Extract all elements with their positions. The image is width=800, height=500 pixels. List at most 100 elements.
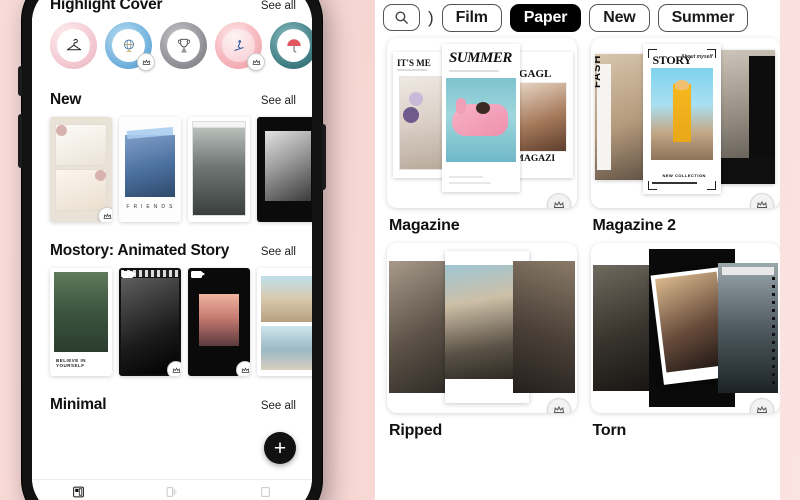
umbrella-icon — [286, 38, 301, 52]
phone-screen: Highlight Cover See all New See all F R … — [32, 0, 312, 500]
preview-perforation — [772, 277, 775, 387]
template-thumb-man-video[interactable] — [119, 268, 181, 376]
see-all-link-highlight-cover[interactable]: See all — [261, 0, 296, 12]
template-card-torn[interactable]: Torn — [590, 243, 780, 440]
tab-my-story[interactable]: My Story — [219, 485, 312, 500]
chip-partial-left[interactable]: ) — [428, 8, 434, 28]
template-card-ripped[interactable]: Ripped — [387, 243, 577, 440]
video-badge-icon — [122, 271, 136, 278]
template-thumb-bw-portrait[interactable] — [257, 117, 312, 222]
highlight-cover-row[interactable] — [32, 20, 312, 79]
trophy-icon — [177, 38, 190, 52]
thumb-art — [54, 272, 108, 352]
app-screenshot: Highlight Cover See all New See all F R … — [0, 0, 800, 500]
preview-page-right — [718, 263, 778, 393]
section-title: Highlight Cover — [50, 0, 163, 13]
phone-device-frame: Highlight Cover See all New See all F R … — [18, 0, 326, 500]
see-all-link-new[interactable]: See all — [261, 95, 296, 107]
highlight-cover-ski[interactable] — [215, 22, 265, 71]
template-thumb-waterfall[interactable]: BELIEVE IN YOURSELF — [50, 268, 112, 376]
crown-icon — [103, 212, 111, 219]
crown-icon — [252, 58, 260, 65]
thumb-art — [95, 170, 106, 181]
chip-summer[interactable]: Summer — [657, 3, 749, 32]
thumb-art — [192, 127, 246, 216]
highlight-cover-umbrella[interactable] — [270, 22, 312, 69]
premium-crown-badge — [546, 193, 571, 208]
my-story-icon — [261, 486, 270, 497]
thumb-art — [261, 326, 312, 370]
template-thumb-beauty[interactable] — [50, 117, 112, 222]
category-filter-bar[interactable]: ) Film Paper New Summer — [375, 0, 780, 34]
video-badge-icon — [191, 271, 205, 278]
search-chip-button[interactable] — [383, 4, 420, 31]
crown-icon — [553, 405, 564, 413]
template-thumb-portrait[interactable] — [188, 117, 250, 222]
template-thumb-beach[interactable] — [257, 268, 312, 376]
premium-crown-badge — [167, 361, 181, 376]
premium-crown-badge — [236, 361, 250, 376]
template-thumb-surfer-video[interactable] — [188, 268, 250, 376]
preview-page-right: GAGL MAGAZI — [511, 52, 573, 178]
mostory-templates-row[interactable]: BELIEVE IN YOURSELF — [32, 266, 312, 384]
template-browser-panel: ) Film Paper New Summer IT'S ME SUMMER G… — [375, 0, 780, 500]
section-header-minimal: Minimal See all — [32, 384, 312, 420]
see-all-link-minimal[interactable]: See all — [261, 400, 296, 412]
template-preview[interactable] — [590, 243, 780, 413]
create-new-story-button[interactable]: + — [264, 432, 296, 464]
template-thumb-friends[interactable]: F R I E N D S — [119, 117, 181, 222]
premium-crown-badge — [750, 193, 774, 208]
template-card-title: Torn — [592, 422, 627, 439]
tab-templates[interactable]: Templates — [32, 485, 125, 500]
skier-icon — [233, 39, 244, 51]
crown-icon — [756, 405, 768, 413]
templates-scroll-area[interactable]: Highlight Cover See all New See all F R … — [32, 0, 312, 480]
chip-new[interactable]: New — [589, 3, 650, 32]
section-title: Mostory: Animated Story — [50, 242, 230, 259]
tab-collection[interactable]: Collection — [125, 485, 218, 500]
template-preview[interactable]: FASHION STORY About myself NEW COLLECTIO… — [590, 38, 780, 208]
section-header-highlight-cover: Highlight Cover See all — [32, 0, 312, 20]
section-title: New — [50, 91, 82, 108]
preview-strip — [722, 267, 774, 275]
highlight-cover-hanger[interactable] — [50, 22, 97, 69]
preview-page-left — [389, 261, 451, 393]
thumb-caption: F R I E N D S — [126, 204, 174, 210]
thumb-caption: BELIEVE IN YOURSELF — [56, 358, 87, 368]
collection-icon — [167, 486, 177, 497]
preview-page-left — [592, 265, 655, 391]
template-card-magazine-2[interactable]: FASHION STORY About myself NEW COLLECTIO… — [590, 38, 780, 235]
thumb-art — [192, 121, 246, 128]
highlight-cover-globe[interactable] — [105, 22, 155, 71]
highlight-cover-trophy[interactable] — [160, 22, 207, 69]
premium-crown-badge — [546, 398, 571, 413]
template-preview[interactable] — [387, 243, 577, 413]
thumb-art — [121, 278, 179, 374]
crown-icon — [142, 58, 150, 65]
template-card-title: Ripped — [389, 422, 443, 439]
new-templates-row[interactable]: F R I E N D S — [32, 115, 312, 230]
preview-page-right — [512, 261, 575, 393]
template-card-magazine[interactable]: IT'S ME SUMMER GAGL MAGAZI Magazine — [387, 38, 577, 235]
phone-power-button[interactable] — [322, 124, 326, 190]
section-header-new: New See all — [32, 79, 312, 115]
section-title: Minimal — [50, 396, 107, 413]
search-icon — [395, 11, 408, 24]
template-preview[interactable]: IT'S ME SUMMER GAGL MAGAZI — [387, 38, 577, 208]
see-all-link-mostory[interactable]: See all — [261, 246, 296, 258]
section-header-mostory: Mostory: Animated Story See all — [32, 230, 312, 266]
premium-crown-badge — [247, 53, 265, 71]
thumb-art — [56, 125, 67, 136]
thumb-art — [125, 135, 175, 197]
thumb-art — [199, 294, 239, 346]
thumb-art — [265, 131, 311, 201]
globe-icon — [123, 39, 134, 52]
bottom-tab-bar: Templates Collection My Story — [32, 479, 312, 500]
templates-icon — [73, 486, 85, 497]
crown-icon — [172, 366, 180, 373]
premium-crown-badge — [750, 398, 774, 413]
template-grid: IT'S ME SUMMER GAGL MAGAZI Magazine FASH… — [375, 34, 780, 440]
chip-paper[interactable]: Paper — [509, 3, 582, 32]
chip-film[interactable]: Film — [441, 3, 502, 32]
crown-icon — [241, 366, 249, 373]
